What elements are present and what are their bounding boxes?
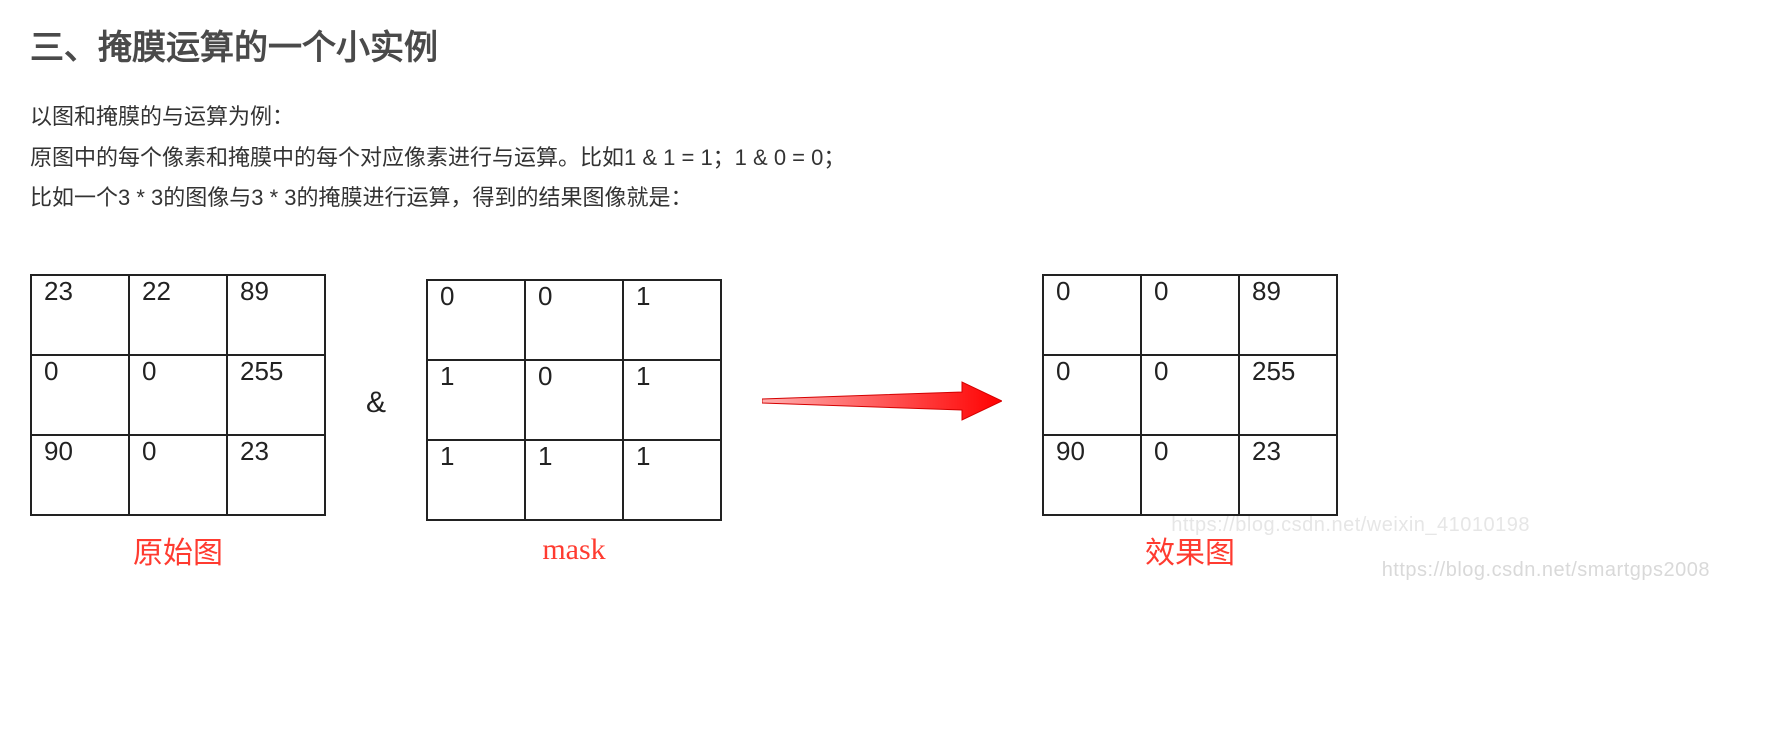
- cell: 90: [1043, 435, 1141, 515]
- original-matrix-block: 232289 00255 90023 原始图: [30, 274, 326, 572]
- cell: 1: [525, 440, 623, 520]
- cell: 1: [427, 440, 525, 520]
- table-row: 90023: [31, 435, 325, 515]
- original-matrix: 232289 00255 90023: [30, 274, 326, 516]
- cell: 0: [427, 280, 525, 360]
- table-row: 111: [427, 440, 721, 520]
- cell: 255: [227, 355, 325, 435]
- cell: 0: [1141, 275, 1239, 355]
- cell: 1: [623, 440, 721, 520]
- cell: 22: [129, 275, 227, 355]
- cell: 0: [525, 360, 623, 440]
- original-caption: 原始图: [133, 528, 223, 572]
- arrow-icon: [762, 377, 1002, 470]
- cell: 0: [1043, 275, 1141, 355]
- cell: 23: [1239, 435, 1337, 515]
- cell: 89: [227, 275, 325, 355]
- paragraph-rule: 原图中的每个像素和掩膜中的每个对应像素进行与运算。比如1 & 1 = 1；1 &…: [30, 138, 1750, 179]
- cell: 0: [1141, 435, 1239, 515]
- cell: 0: [1043, 355, 1141, 435]
- paragraph-intro: 以图和掩膜的与运算为例：: [30, 97, 1750, 138]
- table-row: 00255: [1043, 355, 1337, 435]
- cell: 0: [525, 280, 623, 360]
- table-row: 232289: [31, 275, 325, 355]
- result-caption: 效果图: [1145, 528, 1235, 572]
- mask-matrix-block: 001 101 111 mask: [426, 279, 722, 567]
- cell: 1: [623, 280, 721, 360]
- cell: 0: [1141, 355, 1239, 435]
- mask-caption: mask: [542, 533, 605, 567]
- diagram-row: 232289 00255 90023 原始图 & 001 101 111 mas…: [30, 274, 1750, 572]
- cell: 23: [227, 435, 325, 515]
- cell: 90: [31, 435, 129, 515]
- table-row: 90023: [1043, 435, 1337, 515]
- table-row: 101: [427, 360, 721, 440]
- cell: 0: [31, 355, 129, 435]
- cell: 0: [129, 355, 227, 435]
- table-row: 001: [427, 280, 721, 360]
- cell: 255: [1239, 355, 1337, 435]
- and-operator: &: [366, 386, 386, 460]
- cell: 0: [129, 435, 227, 515]
- section-heading: 三、掩膜运算的一个小实例: [30, 20, 1750, 69]
- result-matrix-block: 0089 00255 90023 效果图: [1042, 274, 1338, 572]
- cell: 89: [1239, 275, 1337, 355]
- cell: 1: [427, 360, 525, 440]
- table-row: 00255: [31, 355, 325, 435]
- cell: 1: [623, 360, 721, 440]
- paragraph-example: 比如一个3 * 3的图像与3 * 3的掩膜进行运算，得到的结果图像就是：: [30, 178, 1750, 219]
- result-matrix: 0089 00255 90023: [1042, 274, 1338, 516]
- mask-matrix: 001 101 111: [426, 279, 722, 521]
- table-row: 0089: [1043, 275, 1337, 355]
- cell: 23: [31, 275, 129, 355]
